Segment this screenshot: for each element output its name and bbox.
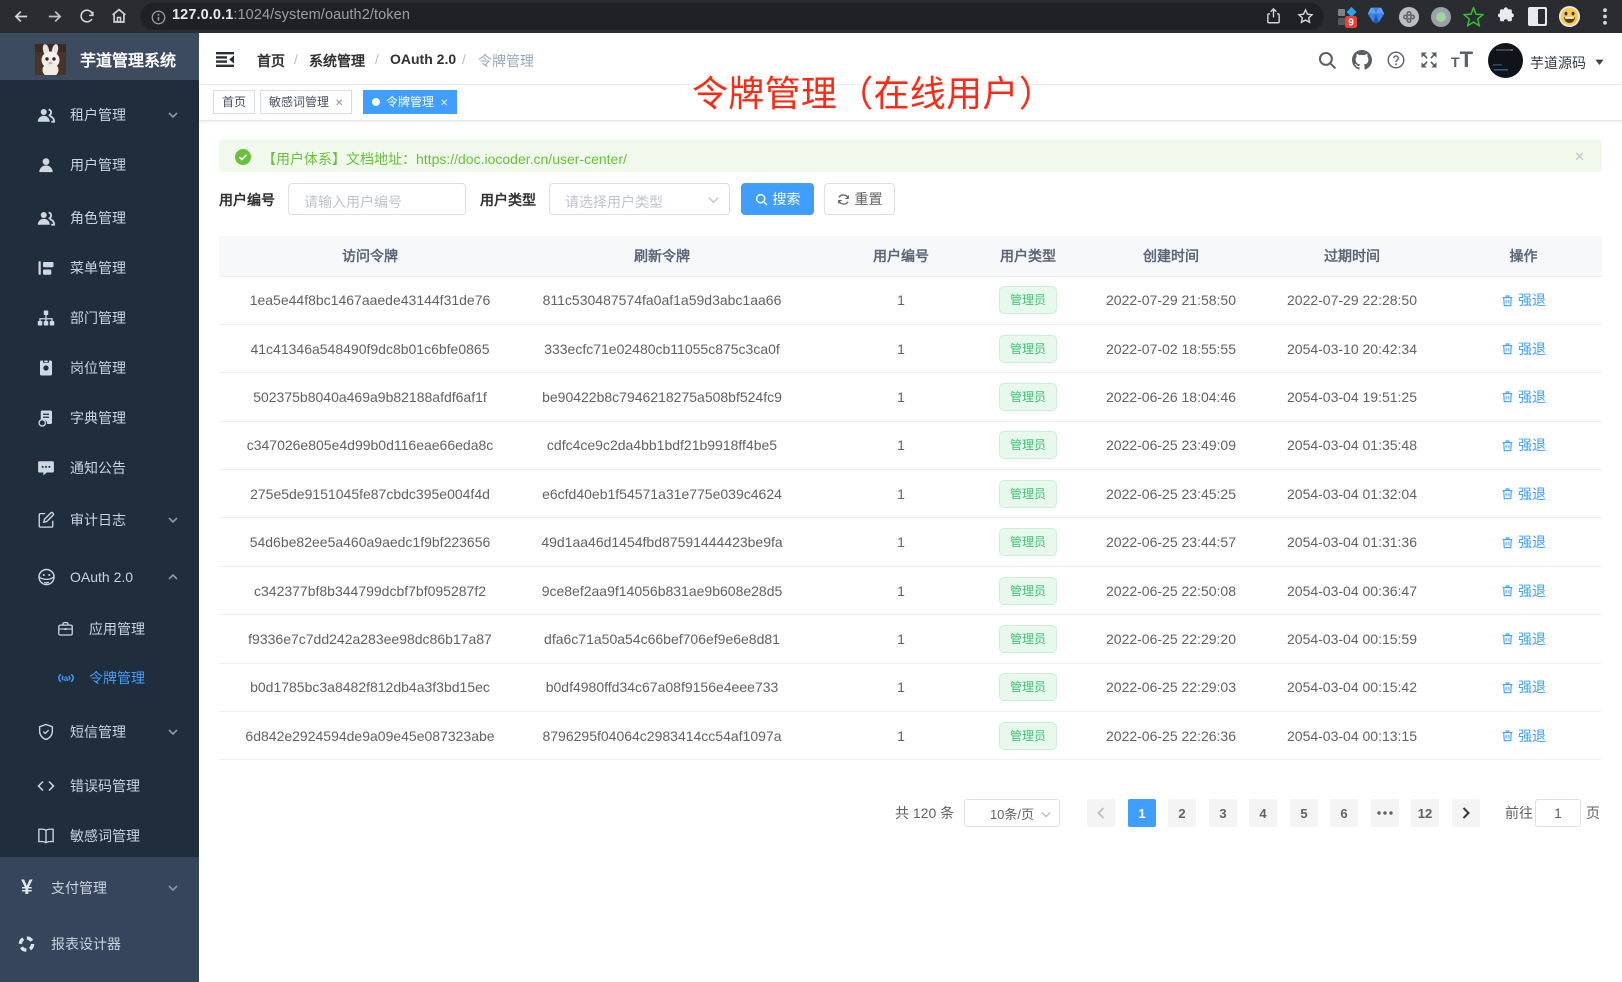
svg-text:a: a <box>64 674 69 683</box>
svg-text:9: 9 <box>1348 18 1354 28</box>
